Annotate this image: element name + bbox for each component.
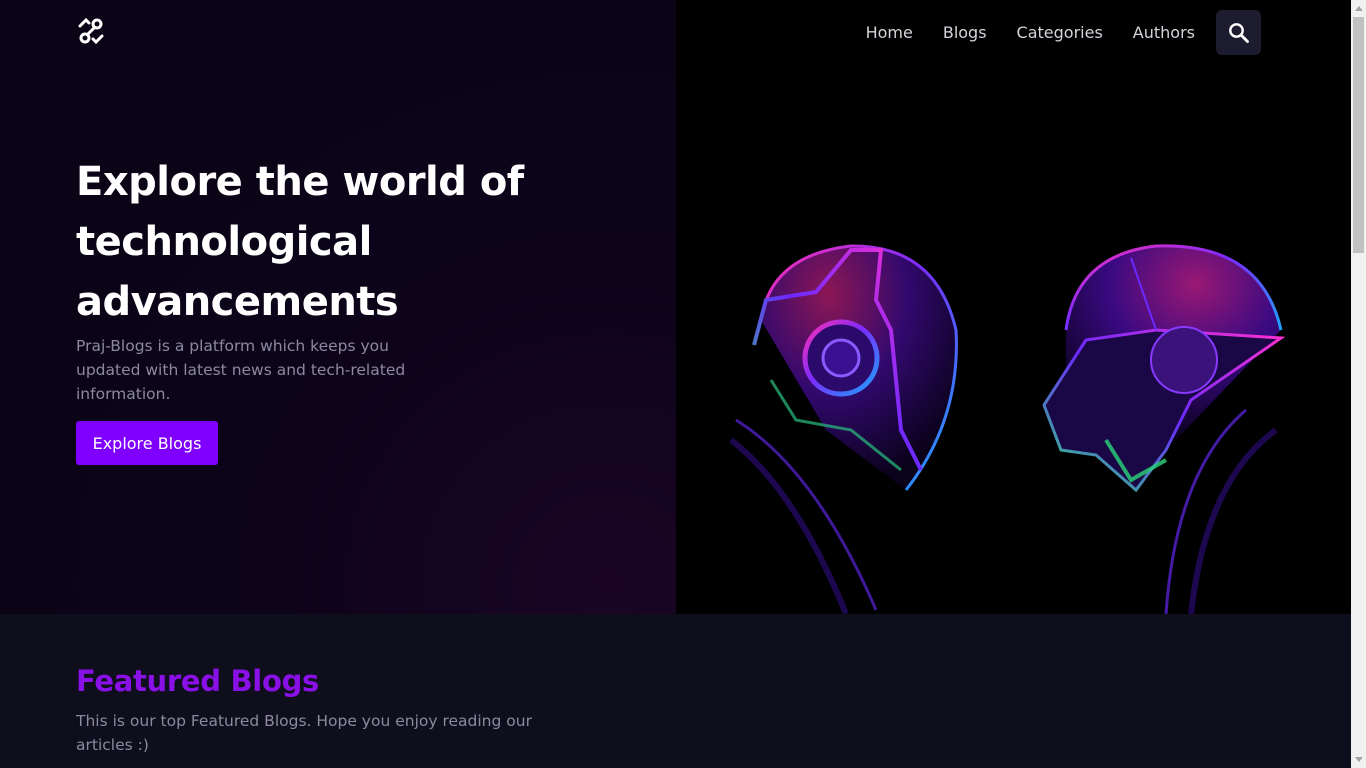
nav-categories-link[interactable]: Categories [1017, 23, 1103, 42]
scroll-down-arrow-icon[interactable] [1351, 751, 1366, 768]
main-nav: Home Blogs Categories Authors [866, 10, 1261, 55]
explore-blogs-button[interactable]: Explore Blogs [76, 421, 218, 465]
nav-blogs-link[interactable]: Blogs [943, 23, 987, 42]
featured-description: This is our top Featured Blogs. Hope you… [76, 712, 532, 754]
nav-home-link[interactable]: Home [866, 23, 913, 42]
scroll-up-arrow-icon[interactable] [1351, 0, 1366, 17]
search-button[interactable] [1216, 10, 1261, 55]
scrollbar-thumb[interactable] [1353, 17, 1364, 253]
nav-authors-link[interactable]: Authors [1133, 23, 1195, 42]
hero-section: Home Blogs Categories Authors Explore th… [0, 0, 1351, 614]
featured-title: Featured Blogs [76, 664, 319, 698]
link-logo-icon[interactable] [76, 16, 106, 46]
page-scrollbar[interactable] [1351, 0, 1366, 768]
search-icon [1228, 22, 1249, 43]
hero-image [676, 0, 1351, 614]
hero-title: Explore the world of technological advan… [76, 159, 524, 325]
hero-description: Praj-Blogs is a platform which keeps you… [76, 337, 406, 403]
neon-helmets-illustration [729, 244, 1286, 614]
